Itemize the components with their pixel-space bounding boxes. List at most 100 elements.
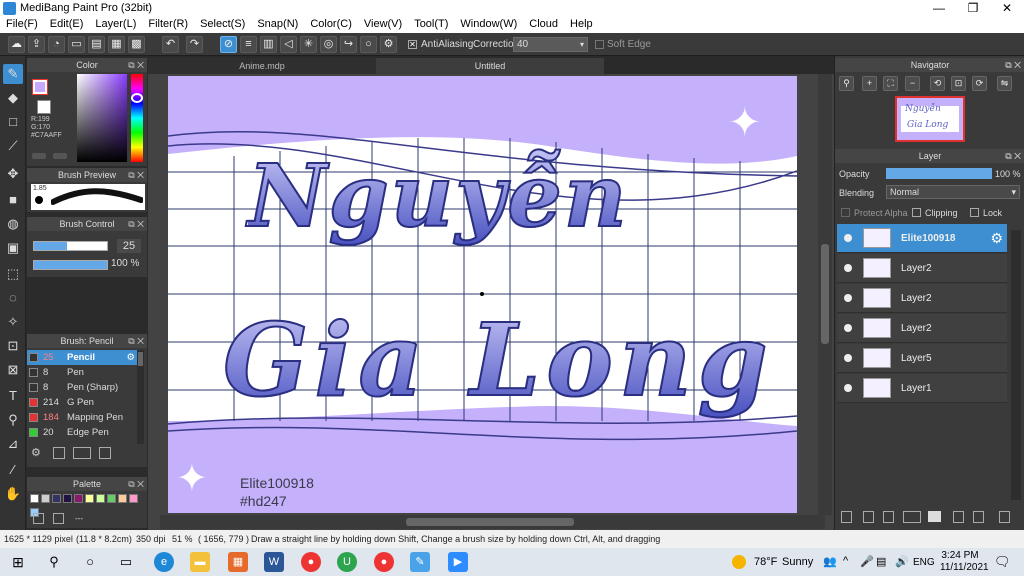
menu-item-toolt[interactable]: Tool(T) [408, 17, 454, 30]
secondary-color-swatch[interactable] [37, 100, 51, 114]
vanishing-point-icon[interactable]: ◁ [280, 36, 297, 53]
weather-desc[interactable]: Sunny [782, 556, 813, 568]
brush-list-item[interactable]: 20 Edge Pen [27, 425, 137, 440]
chrome-icon[interactable]: ● [301, 552, 321, 572]
medibang-icon[interactable]: ✎ [410, 552, 430, 572]
hue-slider[interactable] [131, 74, 143, 162]
minimize-button[interactable]: — [922, 0, 956, 17]
brush-copy-icon[interactable] [99, 447, 111, 459]
visibility-eye-icon[interactable] [844, 354, 852, 362]
duplicate-layer-icon[interactable] [953, 511, 964, 523]
menu-item-viewv[interactable]: View(V) [358, 17, 408, 30]
blending-select[interactable]: Normal ▾ [886, 185, 1020, 199]
brush-list-item[interactable]: 8 Pen (Sharp) [27, 380, 137, 395]
delete-layer-icon[interactable] [999, 511, 1010, 523]
weather-temp[interactable]: 78°F [754, 556, 777, 568]
protect-alpha-checkbox[interactable] [841, 208, 850, 217]
zoom-app-icon[interactable]: ▶ [448, 552, 468, 572]
tab-untitled[interactable]: Untitled [376, 58, 604, 74]
redo-icon[interactable]: ↷ [186, 36, 203, 53]
merge-layer-icon[interactable] [973, 511, 984, 523]
hue-slider-handle[interactable] [131, 93, 143, 103]
menu-item-cloud[interactable]: Cloud [523, 17, 564, 30]
palette-add-icon[interactable] [33, 513, 44, 524]
brush-list-item[interactable]: 214 G Pen [27, 395, 137, 410]
brush-list-item[interactable]: 184 Mapping Pen [27, 410, 137, 425]
palette-delete-icon[interactable] [53, 513, 64, 524]
zoom-icon[interactable]: ⚲ [839, 76, 854, 91]
word-icon[interactable]: W [264, 552, 284, 572]
palette-swatch[interactable] [129, 494, 138, 503]
visibility-eye-icon[interactable] [844, 294, 852, 302]
horizontal-scroll-thumb[interactable] [406, 518, 574, 526]
menu-item-snapn[interactable]: Snap(N) [251, 17, 304, 30]
layer-row[interactable]: Layer2 [837, 314, 1007, 343]
add-layer-menu-icon[interactable] [903, 511, 921, 523]
folder-icon[interactable] [928, 511, 941, 522]
layer-row[interactable]: Layer5 [837, 344, 1007, 373]
operation-tool-icon[interactable]: ⚲ [3, 410, 23, 430]
parallel-snap-icon[interactable]: ≡ [240, 36, 257, 53]
text-tool-icon[interactable]: T [3, 386, 23, 406]
brush-size-value[interactable]: 25 [117, 239, 141, 253]
tray-mic-icon[interactable]: 🎤 [860, 555, 874, 568]
language-indicator[interactable]: ENG [913, 557, 935, 568]
brush-list-item[interactable]: 25 Pencil ⚙ [27, 350, 137, 365]
eraser-tool-icon[interactable]: ◆ [3, 88, 23, 108]
palette-swatch[interactable] [30, 494, 39, 503]
antialiasing-checkbox[interactable]: ✕ [408, 40, 417, 49]
visibility-eye-icon[interactable] [844, 264, 852, 272]
fit-icon[interactable]: ⛶ [883, 76, 898, 91]
palette-menu[interactable]: --- [75, 514, 83, 523]
layer-row[interactable]: Elite100918 ⚙ [837, 224, 1007, 253]
bucket-tool-icon[interactable]: ◍ [3, 214, 23, 234]
zoom-in-icon[interactable]: + [862, 76, 877, 91]
menu-item-colorc[interactable]: Color(C) [304, 17, 358, 30]
select-eraser-icon[interactable]: ⊠ [3, 360, 23, 380]
concentric-snap-icon[interactable]: ◎ [320, 36, 337, 53]
volume-icon[interactable]: 🔊 [895, 555, 909, 568]
palette-swatch[interactable] [107, 494, 116, 503]
visibility-eye-icon[interactable] [844, 324, 852, 332]
eyedropper-icon[interactable]: ⁄ [3, 460, 23, 480]
flip-icon[interactable]: ⇋ [997, 76, 1012, 91]
chat-icon[interactable]: ◔ [48, 36, 65, 53]
move-tool-icon[interactable]: ✥ [3, 164, 23, 184]
rectangle-tool-icon[interactable]: □ [3, 112, 23, 132]
menu-item-windoww[interactable]: Window(W) [454, 17, 523, 30]
palette-swatch[interactable] [52, 494, 61, 503]
visibility-eye-icon[interactable] [844, 234, 852, 242]
circle-snap-icon[interactable]: ○ [360, 36, 377, 53]
new-8bit-layer-icon[interactable] [883, 511, 894, 523]
fill-shape-icon[interactable]: ■ [3, 190, 23, 210]
edge-icon[interactable]: e [154, 552, 174, 572]
pen-tool-icon[interactable]: ⟋ [3, 136, 23, 156]
divide-tool-icon[interactable]: ⊿ [3, 434, 23, 454]
brush-settings-icon[interactable]: ⚙ [31, 446, 45, 460]
store-icon[interactable]: ▦ [228, 552, 248, 572]
clock[interactable]: 3:24 PM 11/11/2021 [940, 550, 989, 574]
close-button[interactable]: ✕ [990, 0, 1024, 17]
layer-list-scrollbar[interactable] [1011, 230, 1021, 500]
zoom-out-icon[interactable]: − [905, 76, 920, 91]
clipping-checkbox[interactable] [912, 208, 921, 217]
vertical-scroll-thumb[interactable] [821, 244, 829, 344]
gradient-tool-icon[interactable]: ▣ [3, 238, 23, 258]
add-brush-menu-icon[interactable] [73, 447, 91, 459]
network-icon[interactable]: ▤ [876, 555, 886, 568]
color-saturation-square[interactable] [77, 74, 127, 162]
lasso-tool-icon[interactable]: ◌ [3, 288, 23, 308]
maximize-button[interactable]: ❐ [956, 0, 990, 17]
new-brush-icon[interactable] [53, 447, 65, 459]
curve-snap-icon[interactable]: ↪ [340, 36, 357, 53]
palette-swatch[interactable] [85, 494, 94, 503]
chrome-icon-2[interactable]: ● [374, 552, 394, 572]
cloud-icon[interactable]: ☁ [8, 36, 25, 53]
reset-view-icon[interactable]: ⊡ [951, 76, 966, 91]
tab-anime[interactable]: Anime.mdp [148, 58, 376, 74]
color-swap-button[interactable] [32, 153, 46, 159]
snap-off-icon[interactable]: ⊘ [220, 36, 237, 53]
layer-row[interactable]: Layer2 [837, 284, 1007, 313]
palette-swatch[interactable] [41, 494, 50, 503]
rotate-right-icon[interactable]: ⟳ [972, 76, 987, 91]
